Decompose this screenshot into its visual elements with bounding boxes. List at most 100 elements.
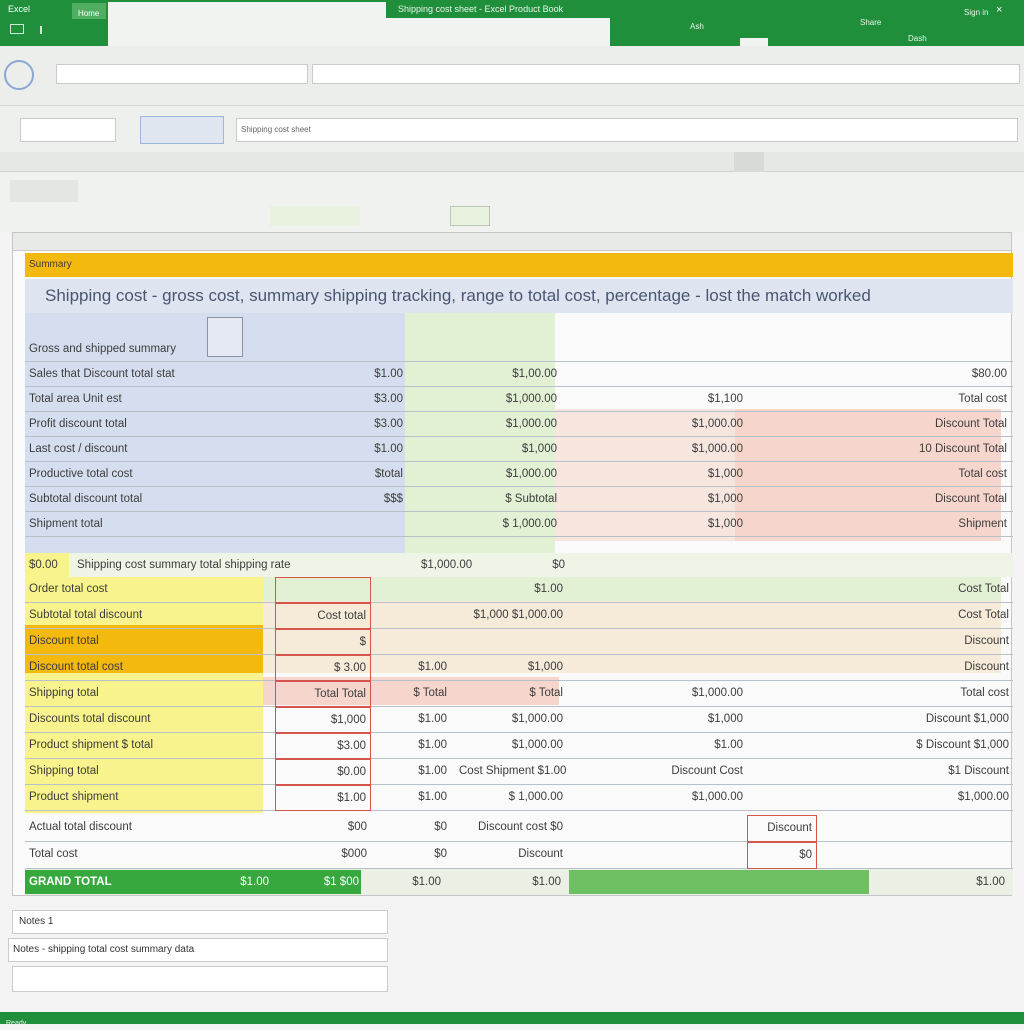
- cell-v3[interactable]: $1,000.00: [455, 707, 567, 733]
- cell-v4[interactable]: [747, 487, 807, 512]
- cell-v3[interactable]: $1,000 $1,000.00: [455, 603, 567, 629]
- cell-v3[interactable]: [571, 337, 747, 362]
- cell-v1[interactable]: $$$: [315, 487, 407, 512]
- titlebar-item[interactable]: Dash: [908, 34, 927, 43]
- cell-v1[interactable]: $3.00: [315, 412, 407, 437]
- cell-v4[interactable]: [571, 603, 747, 629]
- command-bar[interactable]: [312, 64, 1020, 84]
- save-icon[interactable]: [10, 24, 24, 34]
- cell-v3[interactable]: $1,000.00: [571, 412, 747, 437]
- titlebar-item[interactable]: Ash: [690, 22, 704, 31]
- cell-v1[interactable]: [315, 512, 407, 537]
- ribbon-tab-strip[interactable]: [300, 18, 610, 46]
- cell-v2[interactable]: $1,00.00: [411, 362, 561, 387]
- cell-v5[interactable]: Total cost: [811, 387, 1011, 412]
- close-icon[interactable]: ×: [996, 4, 1010, 18]
- cell-v1[interactable]: $ 3.00: [275, 655, 371, 681]
- cell-v3[interactable]: $1,000.00: [571, 437, 747, 462]
- cell-v2[interactable]: $1.00: [371, 707, 451, 733]
- filter-chip[interactable]: [270, 206, 360, 226]
- cell-v1[interactable]: [315, 337, 407, 362]
- function-button[interactable]: [140, 116, 224, 144]
- cell-v5[interactable]: $ Discount $1,000: [751, 733, 1013, 759]
- cell-v2[interactable]: $1.00: [371, 733, 451, 759]
- cell-v3[interactable]: $ 1,000.00: [455, 785, 567, 811]
- cell-v5[interactable]: [811, 337, 1011, 362]
- cell-v1[interactable]: $0.00: [275, 759, 371, 785]
- cell-v5[interactable]: [825, 842, 1011, 869]
- notes-line-3[interactable]: [12, 966, 388, 992]
- cell-v2[interactable]: [371, 577, 451, 603]
- cell-v4[interactable]: [747, 387, 807, 412]
- cell-v4[interactable]: [747, 412, 807, 437]
- cell-v4[interactable]: [571, 629, 747, 655]
- cell-v3[interactable]: $1.00: [455, 577, 567, 603]
- cell-v4[interactable]: [747, 362, 807, 387]
- cell-v5[interactable]: $80.00: [811, 362, 1011, 387]
- cell-v2[interactable]: $ 1,000.00: [411, 512, 561, 537]
- cell-v2[interactable]: [371, 603, 451, 629]
- cell-v2[interactable]: $1,000.00: [411, 412, 561, 437]
- cell-v3[interactable]: $1,000.00: [455, 733, 567, 759]
- cell-v5[interactable]: Discount: [751, 629, 1013, 655]
- cell-v1[interactable]: $3.00: [315, 387, 407, 412]
- undo-icon[interactable]: [40, 26, 50, 34]
- cell-v2[interactable]: [411, 337, 561, 362]
- cell-v5[interactable]: Discount $1,000: [751, 707, 1013, 733]
- formula-input[interactable]: Shipping cost sheet: [236, 118, 1018, 142]
- cell-v4[interactable]: $1.00: [571, 733, 747, 759]
- cell-v4[interactable]: Discount: [747, 815, 817, 842]
- cell-v5[interactable]: 10 Discount Total: [811, 437, 1011, 462]
- cell-v4[interactable]: [747, 462, 807, 487]
- cell-v3[interactable]: [455, 629, 567, 655]
- cell-v2[interactable]: [371, 629, 451, 655]
- titlebar-item[interactable]: Share: [860, 18, 881, 27]
- cell-v3[interactable]: $1,100: [571, 387, 747, 412]
- cell-v1[interactable]: $1.00: [315, 437, 407, 462]
- cell-v2[interactable]: $1,000.00: [411, 462, 561, 487]
- cell-v5[interactable]: $1,000.00: [751, 785, 1013, 811]
- cell-v1[interactable]: $3.00: [275, 733, 371, 759]
- notes-field[interactable]: Notes 1: [12, 910, 388, 934]
- notes-line-2[interactable]: Notes - shipping total cost summary data: [8, 938, 388, 962]
- search-input[interactable]: [56, 64, 308, 84]
- cell-v4[interactable]: [571, 577, 747, 603]
- cell-v5[interactable]: Discount Total: [811, 487, 1011, 512]
- cell-v4[interactable]: Discount Cost: [571, 759, 747, 785]
- cell-v5[interactable]: Total cost: [811, 462, 1011, 487]
- tab-file[interactable]: Home: [72, 3, 106, 19]
- cell-v5[interactable]: Total cost: [751, 681, 1013, 707]
- cell-v3[interactable]: $1,000: [571, 462, 747, 487]
- cell-v1[interactable]: $1.00: [275, 785, 371, 811]
- cell-v2[interactable]: $1,000.00: [411, 387, 561, 412]
- cell-v1[interactable]: $000: [275, 842, 371, 869]
- cell-v3[interactable]: $1,000: [571, 512, 747, 537]
- cell-v2[interactable]: $1.00: [371, 759, 451, 785]
- cell-v4[interactable]: [747, 437, 807, 462]
- cell-v1[interactable]: $1,000: [275, 707, 371, 733]
- cell-v1[interactable]: $total: [315, 462, 407, 487]
- cell-v1[interactable]: Cost total: [275, 603, 371, 629]
- cell-v1[interactable]: [275, 577, 371, 603]
- cell-v1[interactable]: $: [275, 629, 371, 655]
- titlebar-item[interactable]: [740, 38, 768, 46]
- cell-v5[interactable]: [825, 815, 1011, 842]
- cell-v3[interactable]: Cost Shipment $1.00: [455, 759, 567, 785]
- cell-v3[interactable]: $1,000: [455, 655, 567, 681]
- sign-in-link[interactable]: Sign in: [964, 8, 988, 17]
- cell-v3[interactable]: $ Total: [455, 681, 567, 707]
- cell-v2[interactable]: $1.00: [371, 785, 451, 811]
- cell-v5[interactable]: $1 Discount: [751, 759, 1013, 785]
- cell-v1[interactable]: Total Total: [275, 681, 371, 707]
- cell-v1[interactable]: $00: [275, 815, 371, 842]
- account-icon[interactable]: [4, 60, 34, 90]
- cell-v4[interactable]: [571, 655, 747, 681]
- cell-v4[interactable]: $1,000.00: [571, 785, 747, 811]
- cell-v3[interactable]: Discount: [455, 842, 567, 869]
- cell-v2[interactable]: $0: [371, 815, 451, 842]
- cell-v5[interactable]: Cost Total: [751, 603, 1013, 629]
- sheet-tab[interactable]: [10, 180, 78, 202]
- cell-v2[interactable]: $1,000: [411, 437, 561, 462]
- cell-v3[interactable]: $1,000: [571, 487, 747, 512]
- cell-v2[interactable]: $ Total: [371, 681, 451, 707]
